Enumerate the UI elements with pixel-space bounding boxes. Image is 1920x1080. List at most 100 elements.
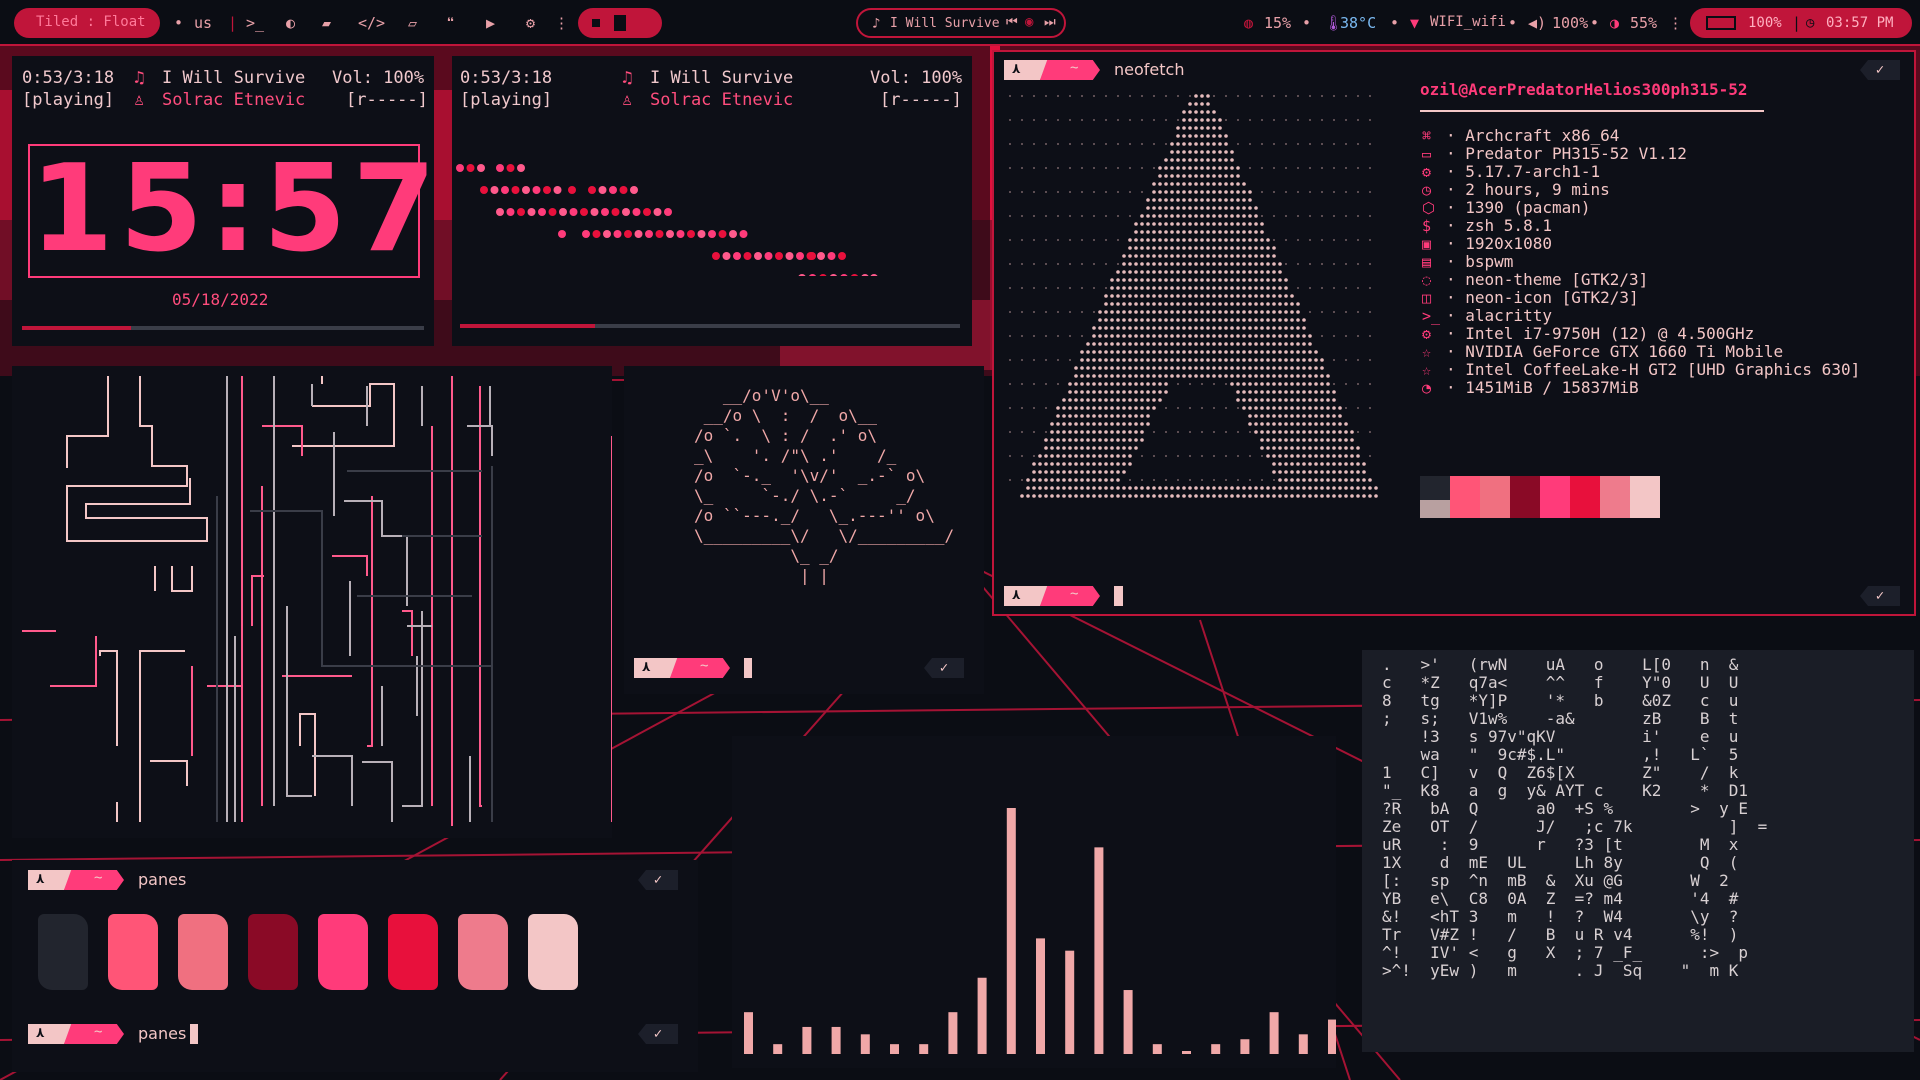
logo-dot — [1200, 174, 1204, 178]
logo-dot — [1152, 358, 1156, 362]
logo-dot — [1086, 470, 1090, 474]
logo-dot — [1165, 119, 1167, 121]
volume-value[interactable]: 100% — [1552, 14, 1588, 32]
logo-dot — [1272, 398, 1276, 402]
logo-dot — [1170, 246, 1174, 250]
logo-dot — [1272, 366, 1276, 370]
prev-icon[interactable]: ⏮ — [1006, 15, 1018, 30]
logo-dot — [1230, 318, 1234, 322]
logo-dot — [1308, 470, 1312, 474]
music2-progress[interactable] — [460, 324, 960, 328]
logo-dot — [1164, 358, 1168, 362]
chat-icon[interactable]: ❝ — [446, 14, 455, 32]
logo-dot — [1170, 222, 1174, 226]
visualizer-dot — [739, 230, 748, 238]
logo-dot — [1320, 470, 1324, 474]
logo-dot — [1194, 134, 1198, 138]
logo-dot — [1110, 302, 1114, 306]
logo-dot — [1158, 310, 1162, 314]
logo-dot — [1146, 246, 1150, 250]
logo-dot — [1104, 486, 1108, 490]
check-icon: ✓ — [1860, 586, 1900, 606]
logo-dot — [1278, 358, 1282, 362]
logo-dot — [1092, 470, 1096, 474]
more-icon[interactable]: ⋮ — [1668, 14, 1683, 32]
workspace-pill[interactable] — [578, 8, 662, 38]
logo-dot — [1296, 478, 1300, 482]
logo-dot — [1116, 286, 1120, 290]
logo-dot — [1218, 174, 1222, 178]
logo-dot — [1272, 350, 1276, 354]
music1-progress[interactable] — [22, 326, 424, 330]
logo-dot — [1194, 182, 1198, 186]
logo-dot — [1068, 414, 1072, 418]
logo-dot — [1105, 215, 1107, 217]
visualizer-dot — [754, 252, 762, 260]
logo-dot — [1212, 230, 1216, 234]
logo-dot — [1093, 167, 1095, 169]
logo-dot — [1297, 119, 1299, 121]
logo-dot — [1362, 486, 1366, 490]
logo-dot — [1302, 430, 1306, 434]
logo-dot — [1104, 494, 1108, 498]
logo-dot — [1230, 214, 1234, 218]
brightness-value[interactable]: 55% — [1630, 14, 1657, 32]
logo-dot — [1248, 238, 1252, 242]
logo-dot — [1128, 278, 1132, 282]
logo-dot — [1164, 278, 1168, 282]
logo-dot — [1230, 254, 1234, 258]
logo-dot — [1206, 230, 1210, 234]
panes-terminal[interactable]: ⋏ ~ panes ✓ ⋏ ~ panes ✓ — [12, 860, 698, 1072]
logo-dot — [1170, 198, 1174, 202]
music-widget[interactable]: ♪ I Will Survive ⏮ ◉ ⏭ — [856, 8, 1066, 38]
next-icon[interactable]: ⏭ — [1044, 15, 1056, 30]
visualizer-bar — [831, 1026, 841, 1054]
code-icon[interactable]: </> — [358, 14, 385, 32]
logo-dot — [1021, 455, 1023, 457]
logo-dot — [1320, 494, 1324, 498]
logo-dot — [1356, 494, 1360, 498]
wifi-name[interactable]: WIFI_wifi — [1430, 14, 1506, 30]
logo-dot — [1128, 326, 1132, 330]
video-icon[interactable]: ▶ — [486, 14, 495, 32]
settings-icon[interactable]: ⚙ — [526, 14, 535, 32]
logo-dot — [1188, 310, 1192, 314]
logo-dot — [1116, 326, 1120, 330]
logo-dot — [1116, 318, 1120, 322]
visualizer-dot — [517, 208, 525, 216]
logo-dot — [1188, 110, 1192, 114]
logo-dot — [1069, 191, 1071, 193]
battery-clock-pill[interactable]: 100% | ◷ 03:57 PM — [1690, 8, 1912, 38]
logo-dot — [1290, 302, 1294, 306]
firefox-icon[interactable]: ◐ — [286, 14, 295, 32]
logo-dot — [1230, 222, 1234, 226]
logo-dot — [1122, 486, 1126, 490]
logo-dot — [1104, 382, 1108, 386]
logo-dot — [1236, 334, 1240, 338]
logo-dot — [1357, 119, 1359, 121]
logo-dot — [1188, 278, 1192, 282]
logo-dot — [1164, 222, 1168, 226]
logo-dot — [1230, 182, 1234, 186]
logo-dot — [1296, 390, 1300, 394]
keyboard-layout[interactable]: us — [194, 14, 212, 32]
logo-dot — [1345, 335, 1347, 337]
logo-dot — [1110, 398, 1114, 402]
notes-icon[interactable]: ▱ — [408, 14, 417, 32]
logo-dot — [1128, 494, 1132, 498]
pause-icon[interactable]: ◉ — [1025, 14, 1033, 30]
more-icon[interactable]: ⋮ — [554, 14, 569, 32]
logo-dot — [1308, 446, 1312, 450]
logo-dot — [1165, 407, 1167, 409]
logo-dot — [1278, 334, 1282, 338]
logo-dot — [1194, 222, 1198, 226]
terminal-icon[interactable]: >_ — [246, 14, 264, 32]
logo-dot — [1086, 478, 1090, 482]
logo-dot — [1369, 311, 1371, 313]
logo-dot — [1182, 342, 1186, 346]
logo-dot — [1093, 95, 1095, 97]
logo-dot — [1153, 431, 1155, 433]
logo-dot — [1225, 95, 1227, 97]
layout-pill[interactable]: Tiled : Float — [14, 8, 160, 38]
folder-icon[interactable]: ▰ — [322, 14, 331, 32]
